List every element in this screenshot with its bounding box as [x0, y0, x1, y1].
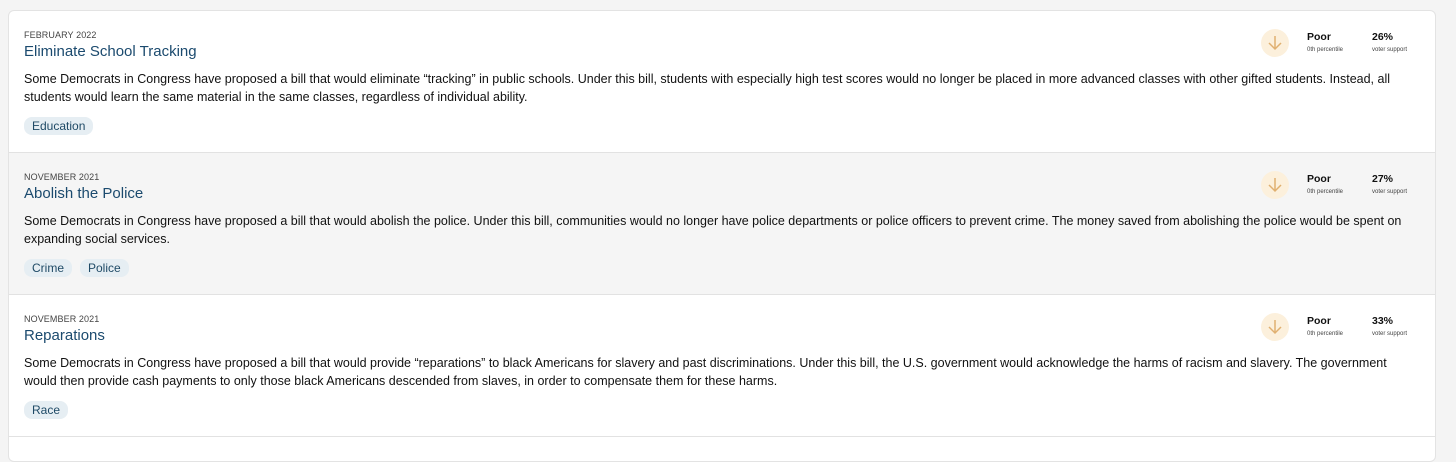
bill-title-link[interactable]: Reparations	[24, 327, 105, 344]
support-block: 27% voter support	[1372, 173, 1407, 195]
support-value: 26%	[1372, 31, 1394, 43]
arrow-down-icon	[1261, 313, 1289, 341]
bill-date: FEBRUARY 2022	[24, 30, 97, 40]
bill-item-school-tracking[interactable]: FEBRUARY 2022 Eliminate School Tracking …	[9, 11, 1435, 153]
rating-block: Poor 0th percentile	[1307, 315, 1343, 337]
rating-value: Poor	[1307, 315, 1331, 327]
tag-race[interactable]: Race	[24, 401, 69, 419]
bill-item-abolish-police[interactable]: NOVEMBER 2021 Abolish the Police Some De…	[9, 153, 1435, 295]
support-label: voter support	[1372, 189, 1408, 195]
bill-description: Some Democrats in Congress have proposed…	[24, 72, 1390, 104]
rating-block: Poor 0th percentile	[1307, 31, 1343, 53]
percentile-label: 0th percentile	[1307, 331, 1344, 337]
support-label: voter support	[1372, 47, 1408, 53]
tag-crime[interactable]: Crime	[24, 259, 72, 277]
bill-date: NOVEMBER 2021	[24, 172, 100, 182]
tag-police[interactable]: Police	[80, 259, 129, 277]
percentile-label: 0th percentile	[1307, 47, 1344, 53]
bill-title-link[interactable]: Eliminate School Tracking	[24, 43, 197, 60]
support-label: voter support	[1372, 331, 1408, 337]
support-value: 27%	[1372, 173, 1394, 185]
rating-value: Poor	[1307, 173, 1331, 185]
tag-education[interactable]: Education	[24, 117, 94, 135]
tag-list: Crime Police	[24, 259, 129, 277]
support-value: 33%	[1372, 315, 1394, 327]
bill-date: NOVEMBER 2021	[24, 314, 100, 324]
tag-list: Education	[24, 117, 94, 135]
arrow-down-icon	[1261, 29, 1289, 57]
bill-description: Some Democrats in Congress have proposed…	[24, 356, 1387, 388]
support-block: 26% voter support	[1372, 31, 1407, 53]
support-block: 33% voter support	[1372, 315, 1407, 337]
bills-list: FEBRUARY 2022 Eliminate School Tracking …	[8, 10, 1436, 462]
bill-description: Some Democrats in Congress have proposed…	[24, 214, 1402, 246]
bill-title-link[interactable]: Abolish the Police	[24, 185, 143, 202]
percentile-label: 0th percentile	[1307, 189, 1344, 195]
bill-item-reparations[interactable]: NOVEMBER 2021 Reparations Some Democrats…	[9, 295, 1435, 437]
arrow-down-icon	[1261, 171, 1289, 199]
tag-list: Race	[24, 401, 69, 419]
rating-block: Poor 0th percentile	[1307, 173, 1343, 195]
rating-value: Poor	[1307, 31, 1331, 43]
